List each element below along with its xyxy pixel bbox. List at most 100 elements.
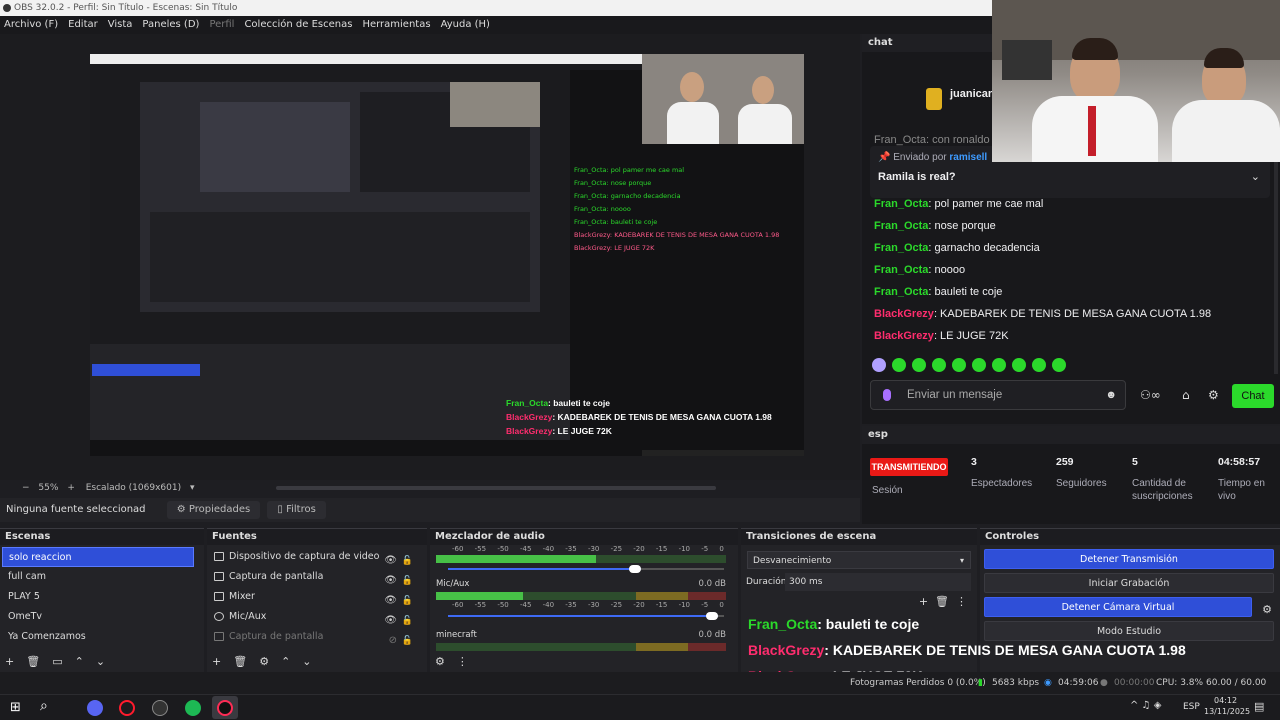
discord-icon[interactable] (87, 700, 103, 716)
live-time: 04:59:06 (1058, 678, 1099, 688)
move-up-icon[interactable]: ⌃ (75, 655, 84, 668)
chat-input[interactable]: Enviar un mensaje ☻ (870, 380, 1126, 410)
opera-icon[interactable] (119, 700, 135, 716)
chat-username[interactable]: Fran_Octa (874, 242, 928, 254)
more-menu-icon[interactable]: ⋮ (956, 595, 967, 608)
chevron-down-icon[interactable]: ▾ (190, 483, 195, 493)
chat-scrollbar[interactable] (1274, 134, 1278, 374)
eye-hidden-icon[interactable]: ⊘ (389, 631, 397, 651)
filters-button[interactable]: ▯ Filtros (267, 501, 326, 519)
program-preview[interactable]: Fran_Octa: pol pamer me cae mal Fran_Oct… (90, 54, 804, 456)
clock-date[interactable]: 13/11/2025 (1204, 707, 1250, 716)
emoji-icon[interactable]: ☻ (1105, 381, 1117, 409)
volume-slider[interactable] (448, 612, 724, 620)
source-toolbar: Ninguna fuente seleccionad ⚙ Propiedades… (0, 498, 860, 522)
scene-filters-icon[interactable]: ▭ (52, 655, 62, 668)
chat-username[interactable]: Fran_Octa (874, 198, 928, 210)
gear-icon[interactable]: ⚙ (1262, 603, 1272, 616)
source-item[interactable]: Mic/Aux 👁 🔓 (207, 607, 427, 627)
emote-icon[interactable] (1052, 358, 1066, 372)
add-source-icon[interactable]: + (212, 655, 221, 668)
zoom-out-button[interactable]: − (22, 483, 30, 493)
gift-icon[interactable]: ⌂ (1182, 388, 1190, 402)
bits-icon[interactable]: ⚇∞ (1140, 388, 1161, 402)
chat-username[interactable]: Fran_Octa (874, 220, 928, 232)
zoom-level: 55% (38, 483, 59, 493)
emote-icon[interactable] (972, 358, 986, 372)
emote-icon[interactable] (992, 358, 1006, 372)
remove-scene-icon[interactable]: 🗑 (26, 655, 40, 668)
source-item[interactable]: Mixer 👁 🔓 (207, 587, 427, 607)
emote-icon[interactable] (892, 358, 906, 372)
window-icon (214, 592, 224, 601)
move-down-icon[interactable]: ⌄ (96, 655, 105, 668)
tiktok-icon[interactable] (217, 700, 233, 716)
duration-input[interactable]: 300 ms (785, 573, 971, 591)
chat-username[interactable]: Fran_Octa (874, 286, 928, 298)
preview-scrollbar[interactable] (276, 486, 716, 490)
menu-profile[interactable]: Perfil (209, 16, 234, 34)
move-down-icon[interactable]: ⌄ (302, 655, 311, 668)
menu-view[interactable]: Vista (108, 16, 133, 34)
obs-icon[interactable] (152, 700, 168, 716)
chat-send-button[interactable]: Chat (1232, 384, 1274, 408)
volume-slider[interactable] (448, 565, 724, 573)
menu-scene-collection[interactable]: Colección de Escenas (244, 16, 352, 34)
gear-icon[interactable]: ⚙ (1208, 388, 1219, 402)
chevron-down-icon[interactable]: ⌄ (1251, 170, 1260, 183)
chat-text: : bauleti te coje (928, 286, 1003, 298)
notification-icon[interactable]: ▤ (1254, 700, 1264, 713)
source-item[interactable]: Captura de pantalla 👁 🔓 (207, 567, 427, 587)
emote-icon[interactable] (1012, 358, 1026, 372)
more-menu-icon[interactable]: ⋮ (457, 655, 468, 668)
menu-tools[interactable]: Herramientas (362, 16, 430, 34)
emote-icon[interactable] (932, 358, 946, 372)
scene-item[interactable]: full cam (2, 567, 194, 587)
db-tick-label: -30 (587, 545, 600, 553)
chat-username[interactable]: Fran_Octa (874, 264, 928, 276)
microphone-icon[interactable] (883, 389, 891, 401)
db-tick-label: -30 (587, 601, 600, 609)
language-indicator[interactable]: ESP (1183, 702, 1200, 712)
remove-transition-icon[interactable]: 🗑 (935, 595, 949, 608)
source-item[interactable]: Dispositivo de captura de video 👁 🔓 (207, 547, 427, 567)
properties-button[interactable]: ⚙ Propiedades (166, 501, 261, 519)
stat-value: 04:58:57 (1218, 456, 1261, 468)
emote-icon[interactable] (872, 358, 886, 372)
emote-icon[interactable] (912, 358, 926, 372)
source-settings-icon[interactable]: ⚙ (259, 655, 269, 668)
spotify-icon[interactable] (185, 700, 201, 716)
menu-file[interactable]: Archivo (F) (4, 16, 58, 34)
menu-help[interactable]: Ayuda (H) (441, 16, 490, 34)
properties-label: Propiedades (188, 504, 251, 515)
windows-start-icon[interactable]: ⊞ (10, 700, 21, 715)
emote-icon[interactable] (1032, 358, 1046, 372)
chat-username[interactable]: BlackGrezy (874, 308, 934, 320)
scene-item[interactable]: Ya Comenzamos (2, 627, 194, 647)
zoom-in-button[interactable]: + (67, 483, 75, 493)
system-tray-icons[interactable]: ^ ♫ ◈ (1130, 700, 1161, 711)
channel-db: 0.0 dB (698, 630, 726, 640)
add-scene-icon[interactable]: + (5, 655, 14, 668)
add-transition-icon[interactable]: + (919, 595, 928, 608)
search-icon[interactable]: ⌕ (40, 698, 48, 714)
stream-icon: ◉ (1044, 678, 1052, 688)
chat-username[interactable]: BlackGrezy (874, 330, 934, 342)
clock-time[interactable]: 04:12 (1214, 696, 1237, 705)
stop-streaming-button[interactable]: Detener Transmisión (984, 549, 1274, 569)
start-recording-button[interactable]: Iniciar Grabación (984, 573, 1274, 593)
advanced-audio-icon[interactable]: ⚙ (435, 655, 445, 668)
scene-item[interactable]: solo reaccion (2, 547, 194, 567)
selected-source-label: Ninguna fuente seleccionad (6, 504, 146, 515)
scene-item[interactable]: PLAY 5 (2, 587, 194, 607)
menu-docks[interactable]: Paneles (D) (142, 16, 199, 34)
transition-select[interactable]: Desvanecimiento ▾ (747, 551, 971, 569)
remove-source-icon[interactable]: 🗑 (233, 655, 247, 668)
emote-icon[interactable] (952, 358, 966, 372)
stop-virtual-camera-button[interactable]: Detener Cámara Virtual (984, 597, 1252, 617)
scene-item[interactable]: OmeTv (2, 607, 194, 627)
source-item[interactable]: Captura de pantalla ⊘ 🔓 (207, 627, 427, 647)
lock-icon[interactable]: 🔓 (402, 631, 413, 651)
move-up-icon[interactable]: ⌃ (281, 655, 290, 668)
menu-edit[interactable]: Editar (68, 16, 98, 34)
